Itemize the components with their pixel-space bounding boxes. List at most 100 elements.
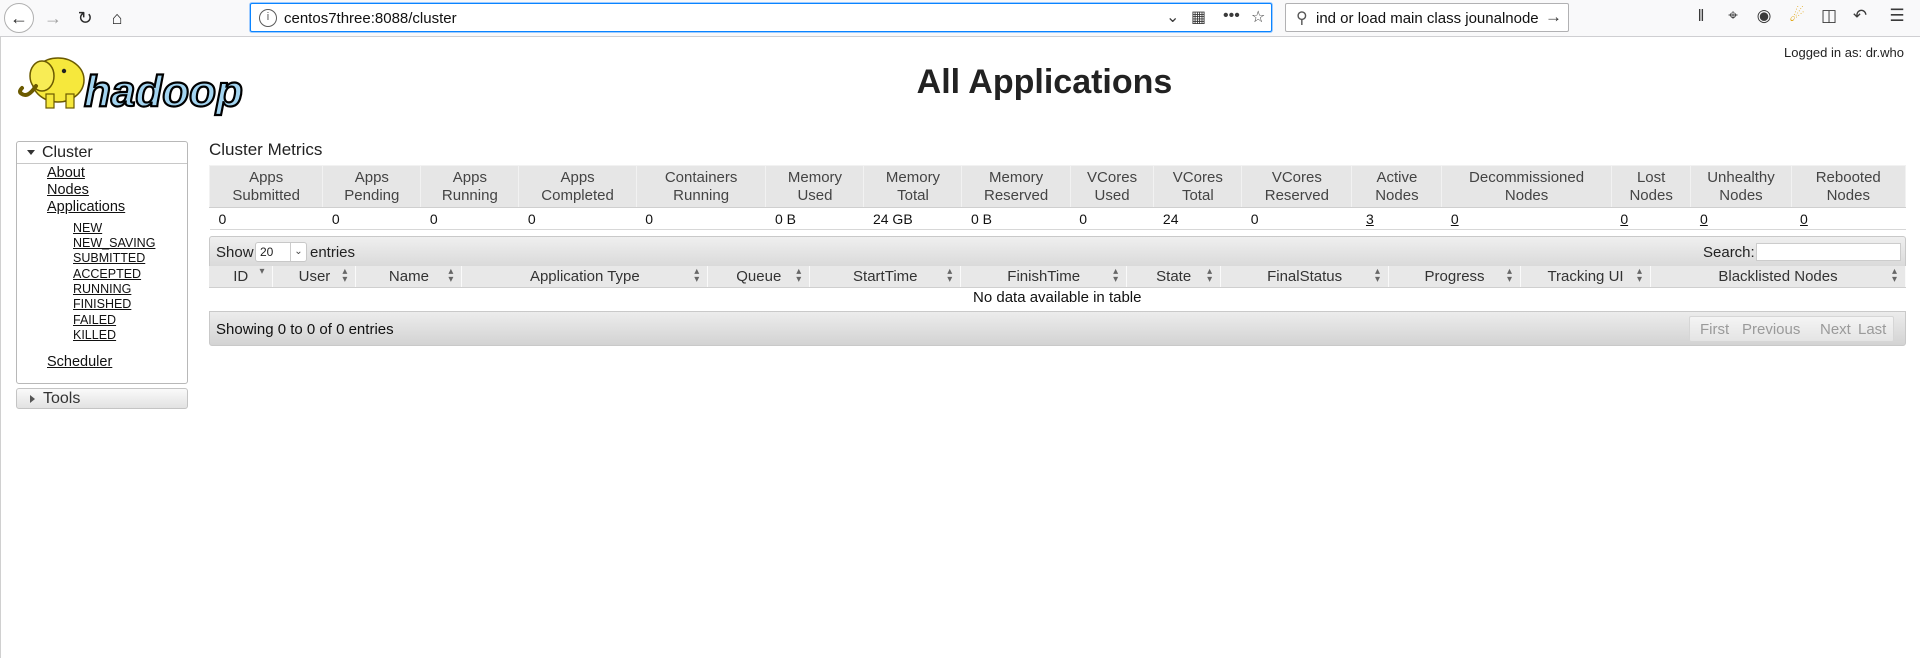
- triangle-down-icon: [27, 150, 35, 155]
- sort-icon: ▴ ▾: [1375, 266, 1381, 285]
- pager-first-button[interactable]: First: [1700, 321, 1729, 338]
- reload-icon[interactable]: ↻: [70, 3, 100, 33]
- column-header-blacklisted-nodes[interactable]: Blacklisted Nodes ▴ ▾: [1650, 266, 1906, 288]
- back-arrow-icon[interactable]: ←: [4, 3, 34, 33]
- sidebar-toggle-icon[interactable]: ◫: [1817, 6, 1841, 26]
- hamburger-menu-icon[interactable]: ☰: [1885, 6, 1909, 26]
- nav-scheduler-link[interactable]: Scheduler: [47, 354, 112, 370]
- metrics-header: Lost Nodes: [1610, 165, 1692, 208]
- search-bar-text[interactable]: ind or load main class jounalnode: [1316, 10, 1546, 27]
- metrics-header: Memory Total: [863, 165, 963, 208]
- url-text[interactable]: centos7three:8088/cluster: [284, 10, 457, 27]
- column-header-final-status[interactable]: FinalStatus ▴ ▾: [1220, 266, 1390, 288]
- metrics-header: Apps Running: [420, 165, 520, 208]
- chevron-down-icon: ⌄: [290, 243, 306, 261]
- apps-completed-value: 0: [518, 207, 637, 230]
- browser-search-bar[interactable]: ⚲ ind or load main class jounalnode →: [1285, 3, 1569, 32]
- metrics-header: Apps Pending: [322, 165, 422, 208]
- magnifier-icon: ⚲: [1296, 10, 1308, 27]
- column-header-progress[interactable]: Progress ▴ ▾: [1388, 266, 1522, 288]
- column-header-queue[interactable]: Queue ▴ ▾: [707, 266, 811, 288]
- sort-icon: ▴ ▾: [1207, 266, 1213, 285]
- metrics-header: Memory Used: [765, 165, 865, 208]
- containers-running-value: 0: [636, 207, 766, 230]
- go-arrow-icon[interactable]: →: [1545, 7, 1562, 27]
- tools-nav-header[interactable]: Tools: [16, 388, 188, 409]
- home-icon[interactable]: ⌂: [102, 3, 132, 33]
- chevron-down-icon[interactable]: ⌄: [1166, 7, 1179, 27]
- column-header-tracking-ui[interactable]: Tracking UI ▴ ▾: [1520, 266, 1651, 288]
- pager-last-button[interactable]: Last: [1858, 321, 1886, 338]
- page-title: All Applications: [916, 63, 1173, 101]
- nav-about-link[interactable]: About: [47, 165, 85, 181]
- pager-previous-button[interactable]: Previous: [1742, 321, 1800, 338]
- column-header-state[interactable]: State ▴ ▾: [1126, 266, 1222, 288]
- column-header-application-type[interactable]: Application Type ▴ ▾: [461, 266, 709, 288]
- apps-running-value: 0: [420, 207, 519, 230]
- table-info-text: Showing 0 to 0 of 0 entries: [216, 321, 394, 338]
- nav-state-accepted[interactable]: ACCEPTED: [73, 267, 141, 281]
- table-row: No data available in table: [209, 287, 1906, 308]
- nav-state-killed[interactable]: KILLED: [73, 328, 116, 342]
- cluster-nav-panel: Cluster About Nodes Applications NEW NEW…: [16, 141, 188, 384]
- screenshot-crop-icon[interactable]: ⌖: [1721, 6, 1745, 26]
- metrics-header: VCores Total: [1153, 165, 1243, 208]
- cluster-metrics-table: Apps Submitted Apps Pending Apps Running Ap…: [208, 165, 1907, 230]
- vcores-reserved-value: 0: [1241, 207, 1352, 230]
- column-header-id[interactable]: ID ▾: [209, 266, 274, 288]
- sort-icon: ▴ ▾: [694, 266, 700, 285]
- bookmark-star-icon[interactable]: ☆: [1251, 7, 1265, 27]
- info-icon[interactable]: i: [259, 9, 277, 27]
- entries-per-page-select[interactable]: 20 ⌄: [255, 242, 307, 262]
- logged-in-label: Logged in as: dr.who: [1784, 45, 1904, 60]
- unhealthy-nodes-link[interactable]: 0: [1690, 207, 1792, 230]
- hadoop-page: Logged in as: dr.who hadoop All Applicat…: [0, 37, 1920, 658]
- pager-next-button[interactable]: Next: [1820, 321, 1851, 338]
- nav-state-submitted[interactable]: SUBMITTED: [73, 251, 145, 265]
- column-header-start-time[interactable]: StartTime ▴ ▾: [809, 266, 962, 288]
- nav-state-new[interactable]: NEW: [73, 221, 102, 235]
- table-search-input[interactable]: [1756, 243, 1901, 261]
- apps-table-toolbar: Show 20 ⌄ entries Search:: [209, 236, 1906, 266]
- undo-arrow-icon[interactable]: ↶: [1848, 6, 1872, 26]
- extension-icon[interactable]: ☄: [1785, 6, 1809, 26]
- decommissioned-nodes-link[interactable]: 0: [1441, 207, 1612, 230]
- sort-desc-icon: ▾: [259, 266, 265, 277]
- qr-code-icon[interactable]: ▦: [1191, 7, 1206, 27]
- more-actions-icon[interactable]: •••: [1223, 7, 1240, 25]
- metrics-header: Active Nodes: [1351, 165, 1443, 208]
- library-icon[interactable]: ‖: [1689, 6, 1713, 26]
- vcores-used-value: 0: [1070, 207, 1154, 230]
- sort-icon: ▴ ▾: [342, 266, 348, 285]
- metrics-header: Memory Reserved: [961, 165, 1071, 208]
- cluster-metrics-title: Cluster Metrics: [209, 140, 323, 159]
- active-nodes-link[interactable]: 3: [1351, 207, 1442, 230]
- apps-pending-value: 0: [322, 207, 421, 230]
- chat-bubble-icon[interactable]: ◉: [1752, 6, 1776, 26]
- sort-icon: ▴ ▾: [448, 266, 454, 285]
- show-label: Show: [216, 244, 254, 261]
- nav-nodes-link[interactable]: Nodes: [47, 182, 89, 198]
- applications-table: ID ▾ User ▴ ▾ Name ▴ ▾ Application Type ▴ ▾ Que…: [209, 266, 1906, 308]
- triangle-right-icon: [30, 395, 35, 403]
- cluster-nav-header[interactable]: Cluster: [17, 142, 187, 164]
- metrics-value-row: 0 0 0 0 0 0 B 24 GB 0 B 0 24 0 3 0 0 0 0: [209, 207, 1906, 230]
- sort-icon: ▴ ▾: [947, 266, 953, 285]
- sort-icon: ▴ ▾: [1113, 266, 1119, 285]
- nav-state-failed[interactable]: FAILED: [73, 313, 116, 327]
- metrics-header: Unhealthy Nodes: [1690, 165, 1792, 208]
- nav-state-running[interactable]: RUNNING: [73, 282, 131, 296]
- nav-applications-link[interactable]: Applications: [47, 199, 125, 215]
- metrics-header-row: Apps Submitted Apps Pending Apps Running Ap…: [208, 165, 1907, 208]
- forward-arrow-icon[interactable]: →: [38, 3, 68, 33]
- column-header-user[interactable]: User ▴ ▾: [272, 266, 357, 288]
- lost-nodes-link[interactable]: 0: [1611, 207, 1691, 230]
- apps-header-row: ID ▾ User ▴ ▾ Name ▴ ▾ Application Type ▴ ▾ Que…: [209, 266, 1906, 288]
- empty-table-message: No data available in table: [973, 289, 1142, 307]
- url-bar[interactable]: i centos7three:8088/cluster ⌄ ▦ ••• ☆: [250, 3, 1272, 32]
- nav-state-new-saving[interactable]: NEW_SAVING: [73, 236, 155, 250]
- column-header-finish-time[interactable]: FinishTime ▴ ▾: [960, 266, 1128, 288]
- rebooted-nodes-link[interactable]: 0: [1791, 207, 1906, 230]
- nav-state-finished[interactable]: FINISHED: [73, 297, 131, 311]
- column-header-name[interactable]: Name ▴ ▾: [355, 266, 463, 288]
